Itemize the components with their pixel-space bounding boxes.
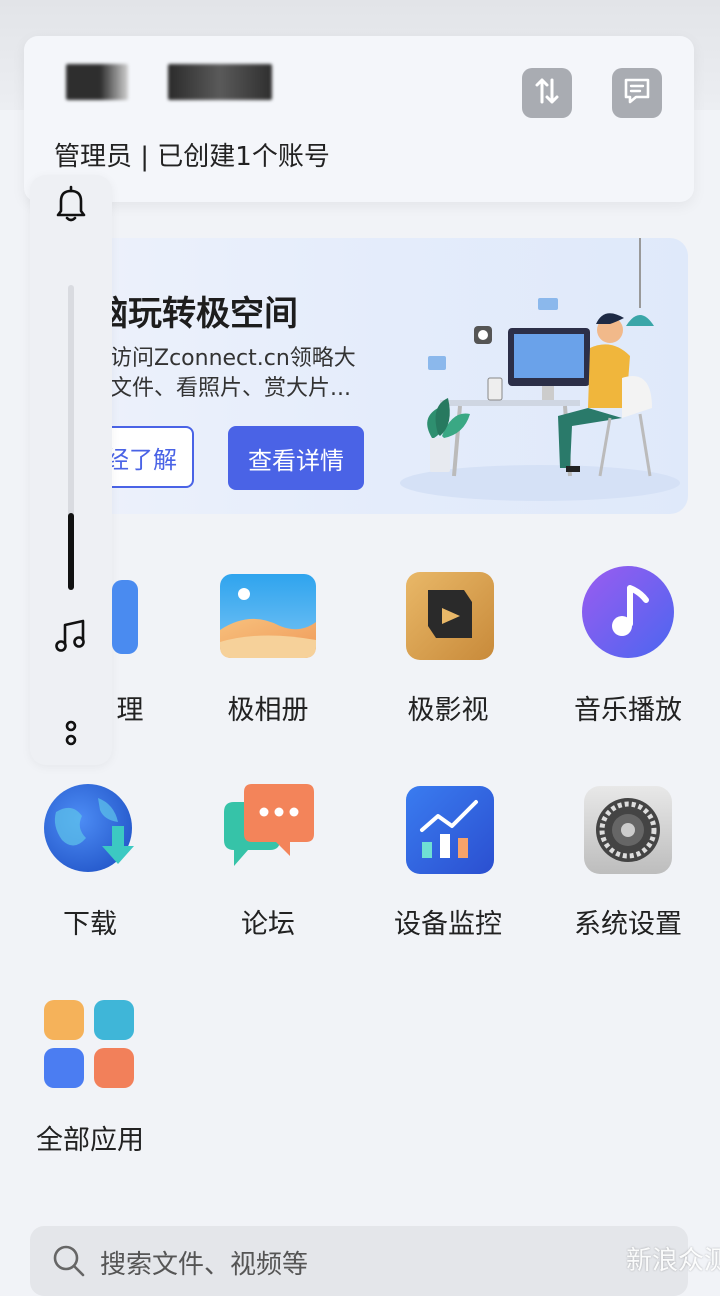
sort-button[interactable]	[522, 68, 572, 118]
video-icon	[406, 572, 494, 660]
search-input[interactable]: 搜索文件、视频等	[100, 1244, 308, 1281]
album-icon	[220, 574, 316, 658]
app-label: 全部应用	[36, 1125, 144, 1156]
banner-title: 脑玩转极空间	[94, 294, 298, 334]
search-icon	[52, 1244, 86, 1282]
app-album[interactable]: 极相册	[188, 568, 348, 728]
view-details-button[interactable]: 查看详情	[228, 426, 364, 490]
watermark-text: 新浪众测	[626, 1246, 720, 1276]
app-device-monitor[interactable]: 设备监控	[368, 782, 528, 942]
app-music-player[interactable]: 音乐播放	[548, 566, 708, 728]
app-label: 论坛	[241, 909, 295, 940]
message-button[interactable]	[612, 68, 662, 118]
sort-icon	[532, 76, 562, 110]
all-apps-icon	[44, 1000, 134, 1088]
app-label: 极影视	[407, 695, 489, 726]
settings-gear-icon	[584, 786, 672, 874]
monitor-chart-icon	[406, 786, 494, 874]
banner-description: 访问Zconnect.cn领略大 文件、看照片、赏大片...	[110, 344, 400, 404]
app-label: 设备监控	[394, 909, 502, 940]
app-label: 系统设置	[574, 909, 682, 940]
app-label: 音乐播放	[574, 695, 682, 726]
blurred-avatar	[66, 64, 128, 100]
search-bar[interactable]: 搜索文件、视频等	[30, 1226, 688, 1296]
app-download[interactable]: 下载	[10, 782, 170, 942]
bell-icon[interactable]	[50, 183, 92, 225]
app-file-manager[interactable]: 理	[10, 568, 170, 728]
app-system-settings[interactable]: 系统设置	[548, 782, 708, 942]
banner-desc-line2: 文件、看照片、赏大片...	[110, 376, 351, 401]
workspace-illustration-icon	[400, 238, 680, 501]
message-icon	[622, 76, 652, 110]
music-player-icon	[582, 566, 674, 658]
banner-desc-line1: 访问Zconnect.cn领略大	[110, 346, 356, 371]
download-globe-icon	[44, 784, 134, 872]
file-manager-icon	[112, 580, 138, 654]
promo-banner[interactable]: 脑玩转极空间 访问Zconnect.cn领略大 文件、看照片、赏大片... 经了…	[30, 238, 688, 514]
blurred-username	[168, 64, 272, 100]
account-role-text: 管理员 | 已创建1个账号	[54, 142, 330, 172]
app-label: 下载	[63, 909, 117, 940]
app-label: 理	[116, 695, 144, 726]
app-forum[interactable]: 论坛	[188, 782, 348, 942]
account-header: 管理员 | 已创建1个账号	[24, 36, 694, 202]
app-video[interactable]: 极影视	[368, 568, 528, 728]
forum-icon	[224, 784, 314, 866]
app-label: 极相册	[227, 695, 309, 726]
app-all-apps[interactable]: 全部应用	[10, 998, 170, 1158]
